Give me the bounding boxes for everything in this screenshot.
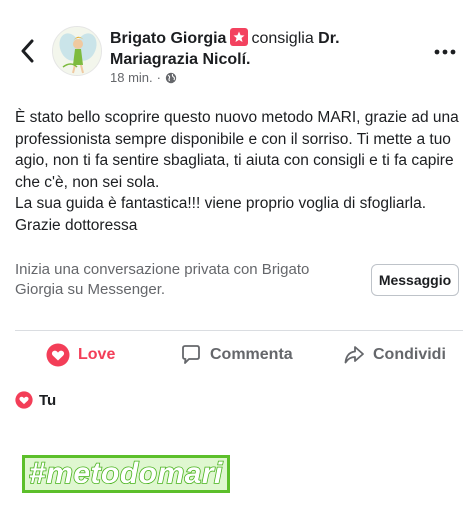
post-body: È stato bello scoprire questo nuovo meto… — [15, 109, 459, 234]
love-button[interactable]: Love — [46, 338, 115, 372]
share-button[interactable]: Condividi — [343, 338, 446, 372]
back-button[interactable] — [14, 36, 40, 66]
divider — [15, 330, 463, 331]
post-header: Brigato Giorgia consiglia Dr. Mariagrazia… — [0, 0, 473, 100]
action-bar: Love Commenta Condividi — [0, 338, 473, 372]
fairy-avatar-icon — [53, 27, 101, 75]
share-arrow-icon — [344, 346, 364, 364]
message-button[interactable]: Messaggio — [371, 264, 459, 296]
comment-label: Commenta — [210, 346, 293, 363]
star-recommend-icon — [230, 28, 249, 46]
reactions-summary[interactable]: Tu — [15, 391, 56, 409]
hashtag-text: #metodomari — [28, 457, 223, 491]
speech-bubble-icon — [182, 345, 200, 364]
chevron-left-icon — [21, 39, 34, 63]
messenger-prompt-text: Inizia una conversazione privata con Bri… — [15, 261, 310, 298]
meta-separator: · — [156, 70, 161, 85]
love-label: Love — [78, 346, 116, 363]
author-name[interactable]: Brigato Giorgia — [110, 30, 226, 47]
header-title: Brigato Giorgia consiglia Dr. Mariagrazia… — [110, 28, 420, 70]
hashtag-sticker: #metodomari — [22, 455, 230, 493]
avatar[interactable] — [52, 26, 102, 76]
messenger-prompt: Inizia una conversazione privata con Bri… — [15, 258, 463, 308]
comment-button[interactable]: Commenta — [180, 338, 293, 372]
reaction-owner: Tu — [39, 391, 57, 409]
recommend-verb: consiglia — [251, 30, 314, 47]
globe-icon — [165, 72, 177, 83]
more-options-button[interactable] — [432, 40, 458, 64]
timestamp[interactable]: 18 min. — [110, 70, 153, 85]
heart-icon — [46, 343, 70, 367]
share-label: Condividi — [373, 346, 446, 363]
love-reaction-icon — [15, 391, 33, 409]
post-meta: 18 min. · — [110, 70, 177, 85]
more-dots-icon — [434, 49, 456, 55]
